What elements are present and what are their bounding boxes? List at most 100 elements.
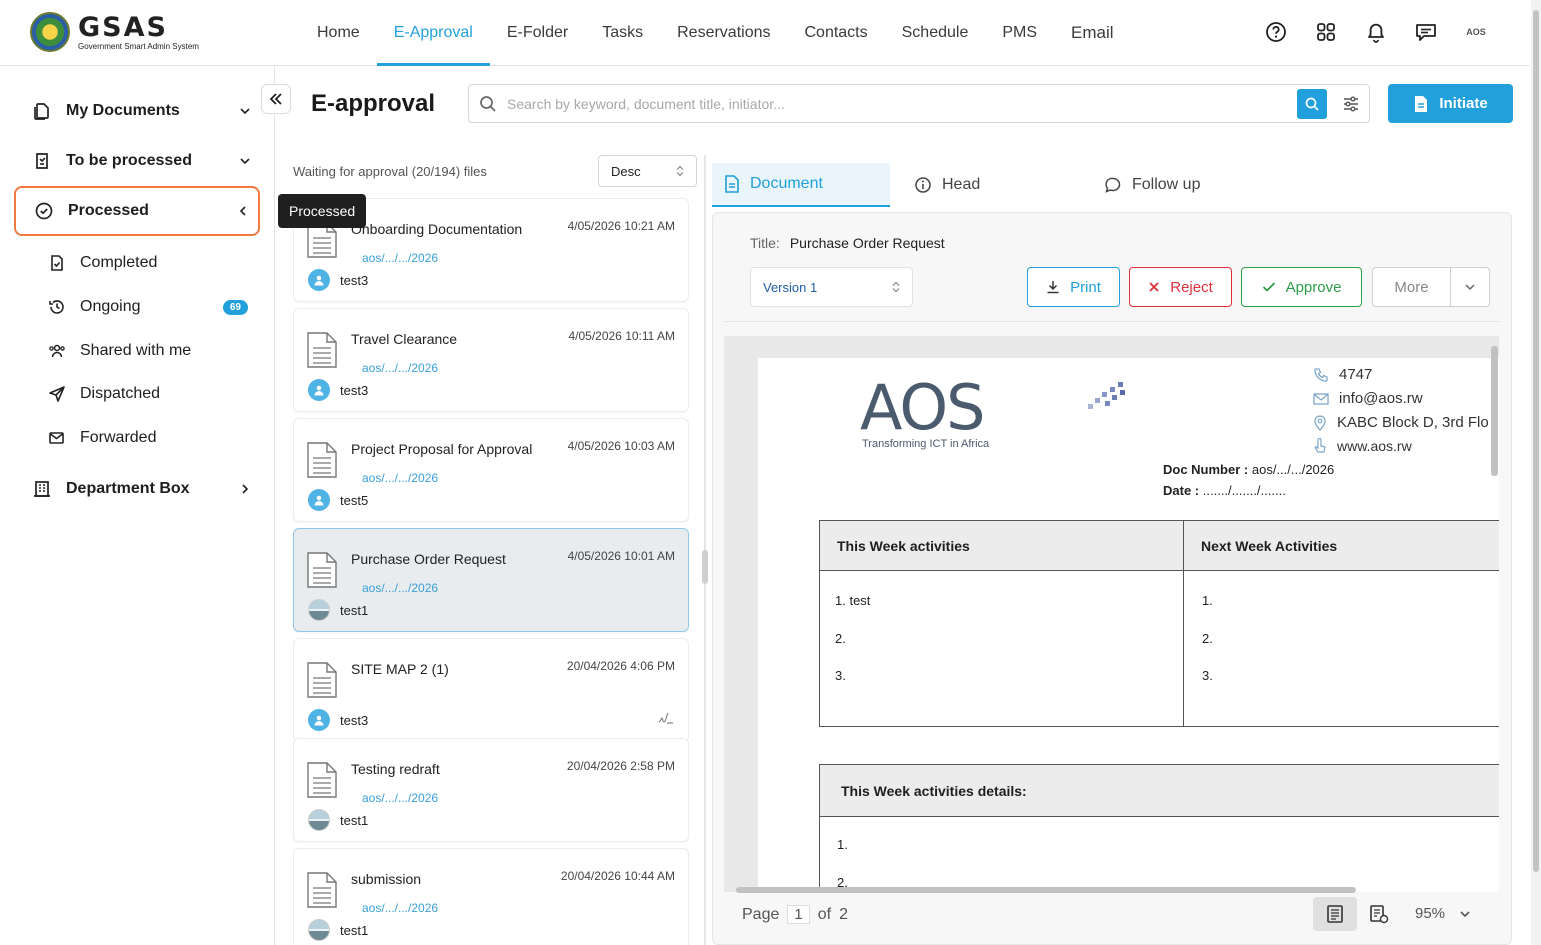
single-page-view-button[interactable]: [1313, 897, 1357, 931]
avatar: [308, 489, 330, 511]
viewer-vertical-scrollbar[interactable]: [1491, 346, 1498, 476]
list-item-title: Project Proposal for Approval: [351, 441, 533, 457]
chat-icon[interactable]: [1412, 18, 1440, 46]
version-select[interactable]: Version 1: [750, 267, 913, 307]
aos-logo: AOS Transforming ICT in Africa: [860, 377, 1125, 450]
sidebar-item-ongoing[interactable]: Ongoing 69: [48, 287, 260, 327]
nav-e-approval[interactable]: E-Approval: [376, 0, 490, 66]
app-logo[interactable]: GSAS Government Smart Admin System: [30, 12, 199, 52]
app-name: GSAS: [78, 11, 168, 43]
collapse-sidebar-button[interactable]: [261, 84, 291, 114]
page-scrollbar-thumb[interactable]: [1533, 10, 1539, 872]
sidebar-item-processed[interactable]: Processed: [14, 186, 260, 236]
zoom-select[interactable]: 95%: [1415, 905, 1471, 922]
tab-label: Document: [750, 175, 823, 192]
list-item-date: 20/04/2026 10:44 AM: [560, 869, 675, 883]
sidebar-label: Department Box: [66, 480, 190, 497]
splitter-handle[interactable]: [702, 550, 708, 584]
chevron-down-icon: [1460, 910, 1470, 917]
sidebar-item-dispatched[interactable]: Dispatched: [48, 374, 260, 414]
approve-label: Approve: [1285, 278, 1342, 296]
list-item-date: 20/04/2026 2:58 PM: [566, 759, 675, 773]
page-total: 2: [839, 905, 848, 923]
list-item-user: test3: [340, 273, 369, 288]
sidebar-label: Ongoing: [80, 298, 141, 315]
nav-pms[interactable]: PMS: [985, 0, 1054, 66]
list-item[interactable]: SITE MAP 2 (1) 20/04/2026 4:06 PM test3: [293, 638, 689, 742]
list-header: Waiting for approval (20/194) files: [293, 164, 487, 179]
doc-number-value: aos/.../.../2026: [1251, 462, 1335, 477]
list-item[interactable]: Project Proposal for Approval 4/05/2026 1…: [293, 418, 689, 522]
document-title: Title: Purchase Order Request: [750, 235, 945, 251]
tab-document[interactable]: Document: [712, 163, 890, 207]
nav-reservations[interactable]: Reservations: [660, 0, 787, 66]
pointer-icon: [1314, 438, 1326, 453]
apps-grid-icon[interactable]: [1312, 18, 1340, 46]
nav-contacts[interactable]: Contacts: [787, 0, 884, 66]
pagination: Page 1 of 2: [742, 905, 848, 924]
list-item-reference: aos/.../.../2026: [362, 471, 439, 485]
help-icon[interactable]: [1262, 18, 1290, 46]
list-item-date: 4/05/2026 10:11 AM: [568, 329, 675, 343]
sort-arrows-icon: [676, 165, 684, 177]
document-page: AOS Transforming ICT in Africa 4747 info…: [758, 358, 1499, 892]
list-item[interactable]: Purchase Order Request 4/05/2026 10:01 AM…: [293, 528, 689, 632]
sort-arrows-icon: [892, 281, 900, 293]
initiate-button[interactable]: Initiate: [1388, 84, 1513, 123]
nav-home[interactable]: Home: [300, 0, 377, 66]
sidebar-item-completed[interactable]: Completed: [48, 243, 260, 283]
search-input[interactable]: [507, 95, 1297, 112]
table-cell: 1. test: [835, 593, 871, 608]
clipboard-icon: [36, 153, 48, 169]
list-item-user: test3: [340, 713, 369, 728]
search-submit-button[interactable]: [1297, 88, 1327, 119]
annotated-view-button[interactable]: [1357, 897, 1401, 931]
sidebar-item-department-box[interactable]: Department Box: [14, 464, 260, 514]
reject-button[interactable]: Reject: [1129, 267, 1232, 307]
nav-e-folder[interactable]: E-Folder: [490, 0, 585, 66]
page-number-input[interactable]: 1: [787, 905, 810, 924]
bell-icon[interactable]: [1362, 18, 1390, 46]
sidebar-label: Processed: [68, 202, 149, 219]
tab-head[interactable]: Head: [902, 163, 980, 207]
sidebar-item-forwarded[interactable]: Forwarded: [48, 418, 260, 458]
avatar: [308, 599, 330, 621]
nav-email[interactable]: Email: [1054, 0, 1131, 66]
table-cell: 3.: [1202, 668, 1213, 683]
document-viewer[interactable]: AOS Transforming ICT in Africa 4747 info…: [724, 336, 1499, 892]
list-item[interactable]: Testing redraft 20/04/2026 2:58 PM aos/...…: [293, 738, 689, 842]
nav-tasks[interactable]: Tasks: [585, 0, 660, 66]
email-text: info@aos.rw: [1339, 390, 1423, 407]
chevron-down-icon: [230, 105, 260, 117]
document-icon: [307, 662, 337, 698]
sidebar-item-my-documents[interactable]: My Documents: [14, 86, 260, 136]
document-list: Onboarding Documentation 4/05/2026 10:21 …: [293, 198, 689, 945]
list-item[interactable]: Travel Clearance 4/05/2026 10:11 AM aos/..…: [293, 308, 689, 412]
sidebar-label: Dispatched: [80, 385, 161, 402]
user-avatar[interactable]: AOS: [1462, 18, 1490, 46]
tab-follow-up[interactable]: Follow up: [1092, 163, 1200, 207]
viewer-horizontal-scrollbar[interactable]: [736, 887, 1356, 893]
doc-number-line: Doc Number : aos/.../.../2026: [1163, 462, 1334, 477]
list-item-reference: aos/.../.../2026: [362, 581, 439, 595]
list-item-user: test1: [340, 813, 369, 828]
more-button[interactable]: More: [1372, 267, 1451, 307]
tab-label: Follow up: [1132, 176, 1201, 193]
top-bar: GSAS Government Smart Admin System Home …: [0, 0, 1530, 66]
more-dropdown-button[interactable]: [1450, 267, 1490, 307]
comment-icon: [1105, 177, 1121, 193]
list-item-date: 4/05/2026 10:03 AM: [567, 439, 675, 453]
print-button[interactable]: Print: [1027, 267, 1120, 307]
list-item-reference: aos/.../.../2026: [362, 791, 439, 805]
approve-button[interactable]: Approve: [1241, 267, 1362, 307]
filter-settings-icon[interactable]: [1333, 95, 1369, 113]
page-scrollbar[interactable]: [1531, 0, 1541, 945]
list-item[interactable]: submission 20/04/2026 10:44 AM aos/.../...…: [293, 848, 689, 945]
check-circle-icon: [35, 202, 53, 220]
nav-schedule[interactable]: Schedule: [885, 0, 986, 66]
table-header-this-week: This Week activities: [820, 521, 1184, 570]
sidebar-item-to-be-processed[interactable]: To be processed: [14, 136, 260, 186]
sidebar-item-shared-with-me[interactable]: Shared with me: [48, 331, 260, 371]
document-icon: [307, 332, 337, 368]
sort-select[interactable]: Desc: [598, 155, 697, 187]
